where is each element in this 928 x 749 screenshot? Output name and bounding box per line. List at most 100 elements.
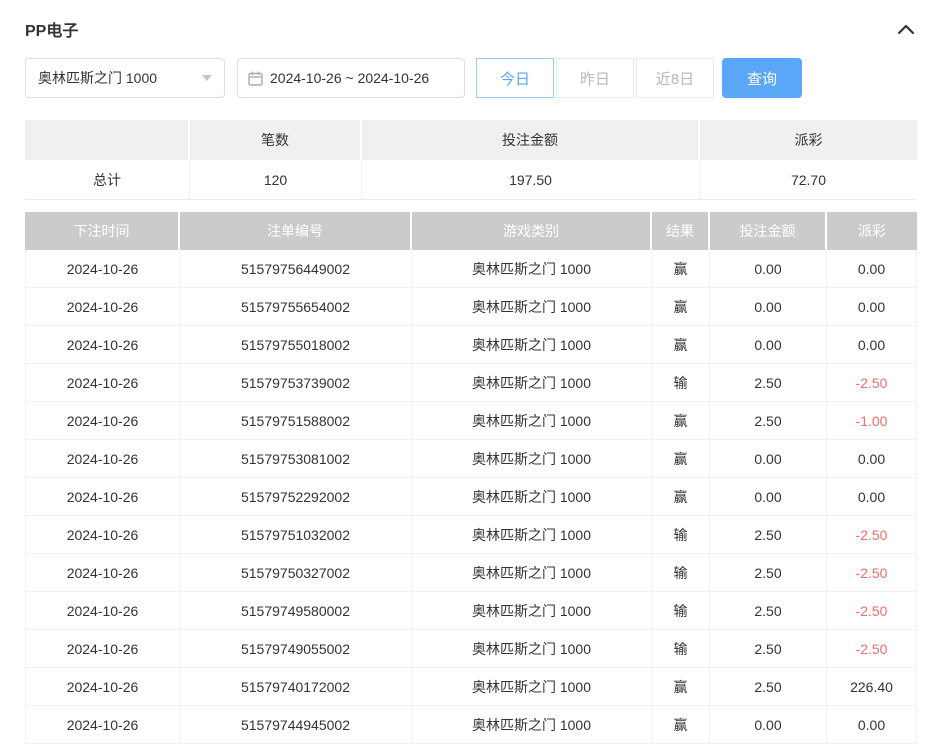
cell-bet-amount: 0.00 [710,440,827,478]
table-row: 2024-10-26 51579755654002 奥林匹斯之门 1000 赢 0.00… [25,288,917,326]
cell-bet-amount: 2.50 [710,592,827,630]
cell-bet-time: 2024-10-26 [25,326,180,364]
cell-ticket-number: 51579755654002 [180,288,412,326]
cell-bet-amount: 0.00 [710,706,827,744]
cell-bet-amount: 2.50 [710,554,827,592]
cell-bet-amount: 0.00 [710,326,827,364]
table-row: 2024-10-26 51579753739002 奥林匹斯之门 1000 输 2.50… [25,364,917,402]
quick-filter-group: 今日 昨日 近8日 [476,58,714,98]
cell-bet-time: 2024-10-26 [25,592,180,630]
cell-bet-amount: 2.50 [710,402,827,440]
cell-game-category: 奥林匹斯之门 1000 [412,440,652,478]
summary-total-count: 120 [190,160,362,200]
cell-bet-time: 2024-10-26 [25,250,180,288]
chevron-down-icon [202,75,212,81]
cell-bet-time: 2024-10-26 [25,288,180,326]
cell-bet-time: 2024-10-26 [25,516,180,554]
table-row: 2024-10-26 51579756449002 奥林匹斯之门 1000 赢 0.00… [25,250,917,288]
cell-game-category: 奥林匹斯之门 1000 [412,288,652,326]
header-bet-amount: 投注金额 [710,212,827,250]
summary-total-payout: 72.70 [700,160,917,200]
quick-filter-today[interactable]: 今日 [476,58,554,98]
summary-header-row: 笔数 投注金额 派彩 [25,120,917,160]
panel-header: PP电子 [25,16,917,42]
cell-bet-amount: 2.50 [710,668,827,706]
cell-bet-time: 2024-10-26 [25,402,180,440]
cell-bet-amount: 2.50 [710,630,827,668]
summary-header-payout: 派彩 [700,120,917,160]
cell-payout: -1.00 [827,402,917,440]
summary-total-bet-amount: 197.50 [362,160,700,200]
game-select-value: 奥林匹斯之门 1000 [38,70,158,86]
cell-bet-amount: 0.00 [710,288,827,326]
cell-ticket-number: 51579749055002 [180,630,412,668]
cell-bet-time: 2024-10-26 [25,440,180,478]
cell-payout: 0.00 [827,440,917,478]
cell-ticket-number: 51579753739002 [180,364,412,402]
bet-table-body: 2024-10-26 51579756449002 奥林匹斯之门 1000 赢 0.00… [25,250,917,744]
table-row: 2024-10-26 51579749580002 奥林匹斯之门 1000 输 2.50… [25,592,917,630]
cell-result: 赢 [652,478,710,516]
bet-records-table: 下注时间 注单编号 游戏类别 结果 投注金额 派彩 2024-10-26 5157… [25,212,917,744]
table-row: 2024-10-26 51579755018002 奥林匹斯之门 1000 赢 0.00… [25,326,917,364]
cell-ticket-number: 51579740172002 [180,668,412,706]
cell-game-category: 奥林匹斯之门 1000 [412,478,652,516]
cell-ticket-number: 51579749580002 [180,592,412,630]
table-row: 2024-10-26 51579751032002 奥林匹斯之门 1000 输 2.50… [25,516,917,554]
cell-result: 赢 [652,326,710,364]
cell-result: 赢 [652,706,710,744]
pp-electronic-panel: PP电子 奥林匹斯之门 1000 2024-10-26 ~ 2024-10-26… [0,0,928,744]
cell-result: 赢 [652,440,710,478]
cell-bet-amount: 2.50 [710,516,827,554]
cell-payout: 226.40 [827,668,917,706]
cell-payout: 0.00 [827,250,917,288]
quick-filter-last-8-days[interactable]: 近8日 [636,58,714,98]
header-payout: 派彩 [827,212,917,250]
cell-ticket-number: 51579756449002 [180,250,412,288]
date-range-value: 2024-10-26 ~ 2024-10-26 [270,70,430,86]
cell-game-category: 奥林匹斯之门 1000 [412,516,652,554]
game-select[interactable]: 奥林匹斯之门 1000 [25,58,225,98]
search-button[interactable]: 查询 [722,58,802,98]
table-row: 2024-10-26 51579750327002 奥林匹斯之门 1000 输 2.50… [25,554,917,592]
cell-result: 赢 [652,668,710,706]
cell-result: 输 [652,630,710,668]
cell-game-category: 奥林匹斯之门 1000 [412,706,652,744]
cell-result: 输 [652,516,710,554]
table-header-row: 下注时间 注单编号 游戏类别 结果 投注金额 派彩 [25,212,917,250]
cell-result: 赢 [652,250,710,288]
cell-ticket-number: 51579750327002 [180,554,412,592]
cell-payout: -2.50 [827,592,917,630]
cell-game-category: 奥林匹斯之门 1000 [412,554,652,592]
header-result: 结果 [652,212,710,250]
cell-bet-amount: 0.00 [710,250,827,288]
cell-result: 赢 [652,402,710,440]
cell-bet-time: 2024-10-26 [25,706,180,744]
cell-ticket-number: 51579751588002 [180,402,412,440]
table-row: 2024-10-26 51579744945002 奥林匹斯之门 1000 赢 0.00… [25,706,917,744]
cell-bet-time: 2024-10-26 [25,630,180,668]
cell-game-category: 奥林匹斯之门 1000 [412,326,652,364]
cell-payout: -2.50 [827,554,917,592]
date-range-picker[interactable]: 2024-10-26 ~ 2024-10-26 [237,58,465,98]
header-bet-time: 下注时间 [25,212,180,250]
header-game-category: 游戏类别 [412,212,652,250]
cell-ticket-number: 51579752292002 [180,478,412,516]
cell-payout: 0.00 [827,288,917,326]
cell-ticket-number: 51579751032002 [180,516,412,554]
cell-bet-time: 2024-10-26 [25,668,180,706]
summary-total-label: 总计 [25,160,190,200]
cell-result: 输 [652,364,710,402]
cell-game-category: 奥林匹斯之门 1000 [412,402,652,440]
cell-game-category: 奥林匹斯之门 1000 [412,250,652,288]
cell-ticket-number: 51579755018002 [180,326,412,364]
cell-payout: -2.50 [827,516,917,554]
panel-title: PP电子 [25,23,79,40]
filter-bar: 奥林匹斯之门 1000 2024-10-26 ~ 2024-10-26 今日 昨日… [25,58,917,98]
cell-game-category: 奥林匹斯之门 1000 [412,630,652,668]
quick-filter-yesterday[interactable]: 昨日 [556,58,634,98]
cell-payout: 0.00 [827,326,917,364]
cell-payout: -2.50 [827,364,917,402]
cell-payout: 0.00 [827,478,917,516]
collapse-button[interactable] [895,21,917,37]
